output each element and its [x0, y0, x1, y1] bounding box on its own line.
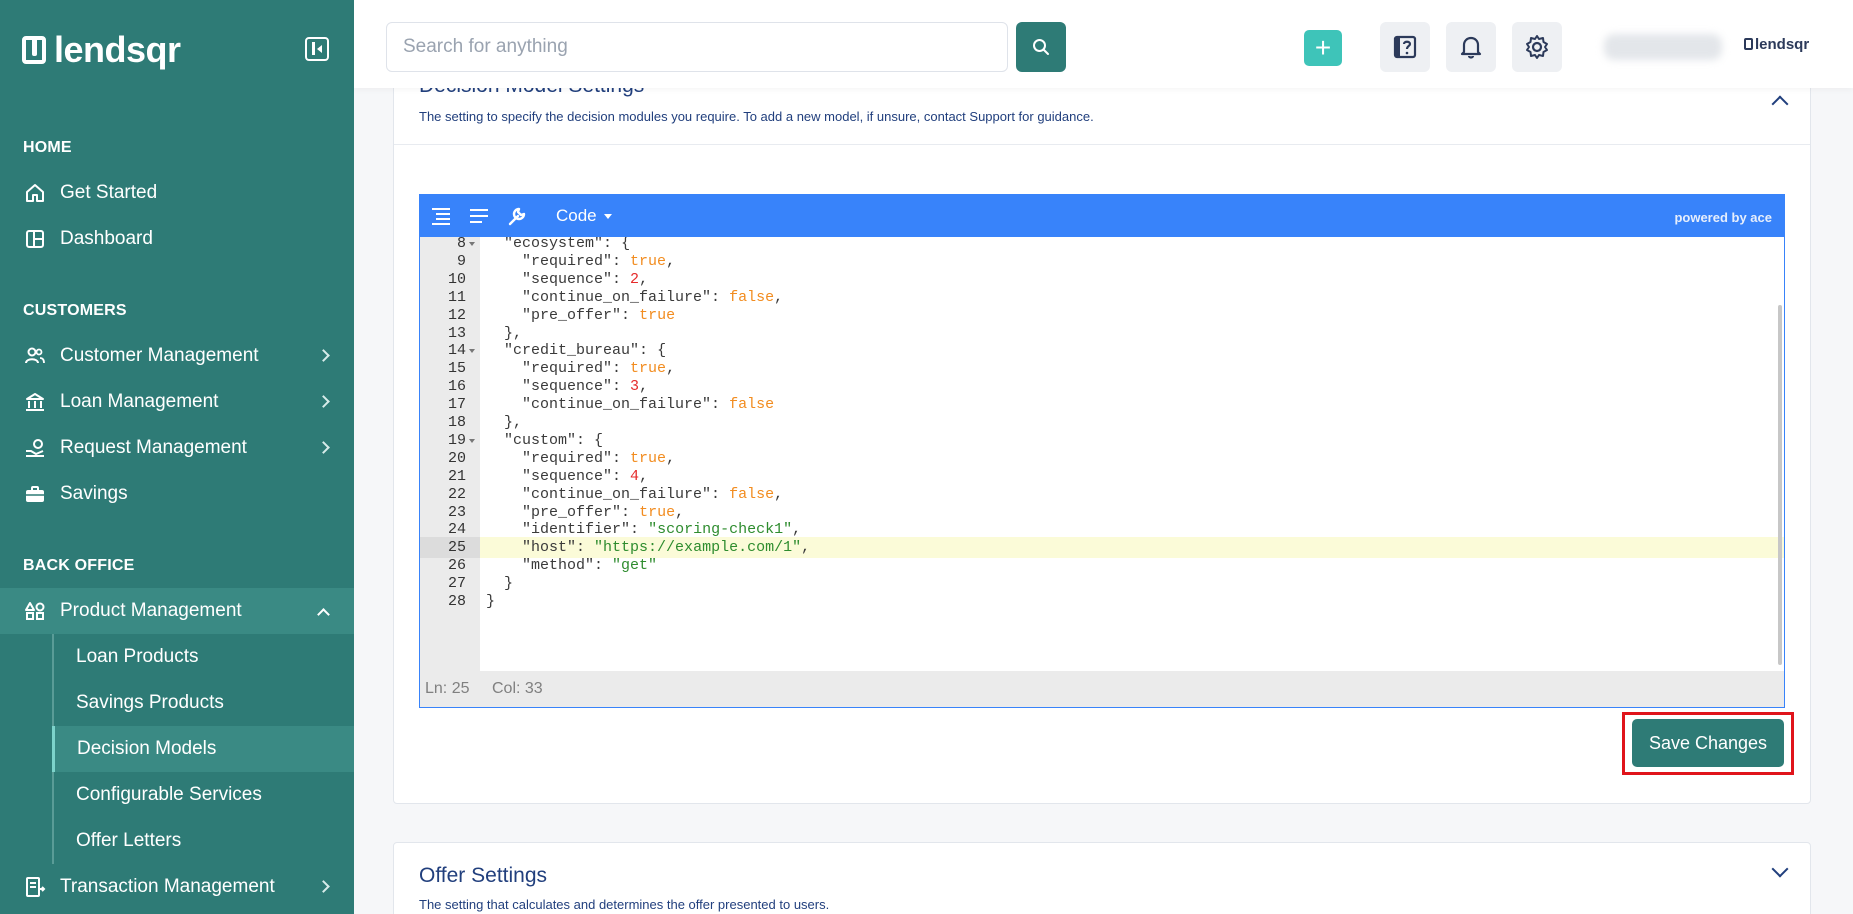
- section-title-home: HOME: [23, 139, 72, 156]
- offer-settings-description: The setting that calculates and determin…: [419, 897, 830, 912]
- sidebar-item-transaction-management[interactable]: Transaction Management: [0, 864, 354, 910]
- org-logo[interactable]: lendsqr: [1744, 36, 1809, 53]
- logo-icon: [22, 36, 46, 64]
- sidebar-subitem-offer-letters[interactable]: Offer Letters: [52, 818, 354, 864]
- chevron-right-icon: [317, 880, 330, 893]
- search-input[interactable]: [386, 22, 1008, 72]
- chevron-right-icon: [317, 349, 330, 362]
- settings-button[interactable]: [1512, 22, 1562, 72]
- status-column: Col: 33: [492, 680, 543, 697]
- bell-icon: [1460, 36, 1482, 59]
- sidebar-item-customer-management[interactable]: Customer Management: [0, 333, 354, 379]
- section-title-back-office: BACK OFFICE: [23, 557, 135, 574]
- sidebar-subitem-label: Offer Letters: [76, 830, 182, 851]
- chevron-right-icon: [317, 441, 330, 454]
- transaction-icon: [24, 876, 46, 898]
- powered-by-label: powered by ace: [1674, 210, 1772, 225]
- sidebar-item-savings[interactable]: Savings: [0, 471, 354, 517]
- org-logo-text: lendsqr: [1755, 36, 1810, 53]
- home-icon: [24, 182, 46, 204]
- sidebar-item-label: Loan Management: [60, 391, 219, 412]
- mode-dropdown[interactable]: Code: [556, 206, 612, 226]
- status-line: Ln: 25: [425, 680, 470, 697]
- sidebar-subitem-decision-models[interactable]: Decision Models: [52, 726, 354, 772]
- format-icon[interactable]: [430, 205, 452, 227]
- chevron-up-icon: [317, 608, 330, 621]
- users-icon: [24, 345, 46, 367]
- chevron-right-icon: [317, 395, 330, 408]
- sidebar-subitem-label: Configurable Services: [76, 784, 262, 805]
- sidebar-item-label: Product Management: [60, 600, 242, 621]
- org-logo-icon: [1744, 38, 1753, 50]
- sidebar-item-loan-management[interactable]: Loan Management: [0, 379, 354, 425]
- editor-statusbar: Ln: 25 Col: 33: [420, 671, 1784, 707]
- briefcase-icon: [24, 483, 46, 505]
- collapse-chevron-up-icon[interactable]: [1771, 95, 1789, 113]
- search-button[interactable]: [1016, 22, 1066, 72]
- expand-chevron-down-icon[interactable]: [1771, 860, 1789, 878]
- sidebar-item-label: Savings: [60, 483, 128, 504]
- sidebar: lendsqr HOME Get Started Dashboard CUSTO…: [0, 0, 354, 914]
- collapse-sidebar-icon[interactable]: [305, 37, 329, 61]
- editor-scrollbar[interactable]: [1778, 305, 1782, 665]
- fold-toggle-icon[interactable]: [469, 438, 475, 443]
- sidebar-subitem-label: Savings Products: [76, 692, 224, 713]
- sidebar-item-label: Transaction Management: [60, 876, 275, 897]
- sidebar-subitem-loan-products[interactable]: Loan Products: [52, 634, 354, 680]
- code-line[interactable]: }: [480, 591, 1784, 612]
- add-button[interactable]: +: [1304, 30, 1342, 66]
- user-name-blurred[interactable]: [1604, 34, 1722, 60]
- sidebar-item-get-started[interactable]: Get Started: [0, 170, 354, 216]
- dashboard-icon: [24, 228, 46, 250]
- sidebar-item-product-management[interactable]: Product Management: [0, 588, 354, 634]
- offer-settings-card[interactable]: Offer Settings The setting that calculat…: [393, 842, 1811, 914]
- json-code-editor[interactable]: Code powered by ace 8 9 10 11 12 13 14 15 16 17 18…: [419, 194, 1785, 708]
- notifications-button[interactable]: [1446, 22, 1496, 72]
- sidebar-item-label: Dashboard: [60, 228, 153, 249]
- repair-wrench-icon[interactable]: [506, 205, 528, 227]
- brand-logo[interactable]: lendsqr: [22, 28, 181, 72]
- sidebar-item-request-management[interactable]: Request Management: [0, 425, 354, 471]
- search-icon: [1033, 39, 1049, 55]
- sidebar-item-label: Get Started: [60, 182, 158, 203]
- top-header: + lendsqr: [354, 0, 1853, 88]
- editor-toolbar: Code powered by ace: [420, 195, 1784, 237]
- sidebar-item-label: Request Management: [60, 437, 247, 458]
- sidebar-item-label: Customer Management: [60, 345, 259, 366]
- sidebar-subitem-label: Loan Products: [76, 646, 199, 667]
- compact-icon[interactable]: [468, 205, 490, 227]
- help-icon: [1393, 35, 1417, 59]
- sidebar-subitem-configurable-services[interactable]: Configurable Services: [52, 772, 354, 818]
- help-button[interactable]: [1380, 22, 1430, 72]
- offer-settings-title: Offer Settings: [419, 864, 548, 887]
- loan-icon: [24, 391, 46, 413]
- card-divider: [394, 144, 1810, 145]
- sidebar-subitem-label: Decision Models: [77, 738, 217, 759]
- fold-toggle-icon[interactable]: [469, 349, 475, 354]
- brand-name: lendsqr: [54, 29, 181, 70]
- sidebar-subitem-savings-products[interactable]: Savings Products: [52, 680, 354, 726]
- save-changes-button[interactable]: Save Changes: [1632, 719, 1784, 767]
- section-title-customers: CUSTOMERS: [23, 302, 127, 319]
- gear-icon: [1526, 35, 1548, 59]
- line-number: 28: [447, 593, 466, 610]
- editor-gutter: 8 9 10 11 12 13 14 15 16 17 18 19 20 21 22 23 24 25 26 27 28: [420, 235, 480, 671]
- request-icon: [24, 437, 46, 459]
- editor-code-area[interactable]: "ecosystem": { "required": true, "sequen…: [480, 237, 1784, 671]
- sidebar-item-dashboard[interactable]: Dashboard: [0, 216, 354, 262]
- fold-toggle-icon[interactable]: [469, 242, 475, 246]
- decision-model-description: The setting to specify the decision modu…: [419, 109, 1094, 124]
- product-icon: [24, 600, 46, 622]
